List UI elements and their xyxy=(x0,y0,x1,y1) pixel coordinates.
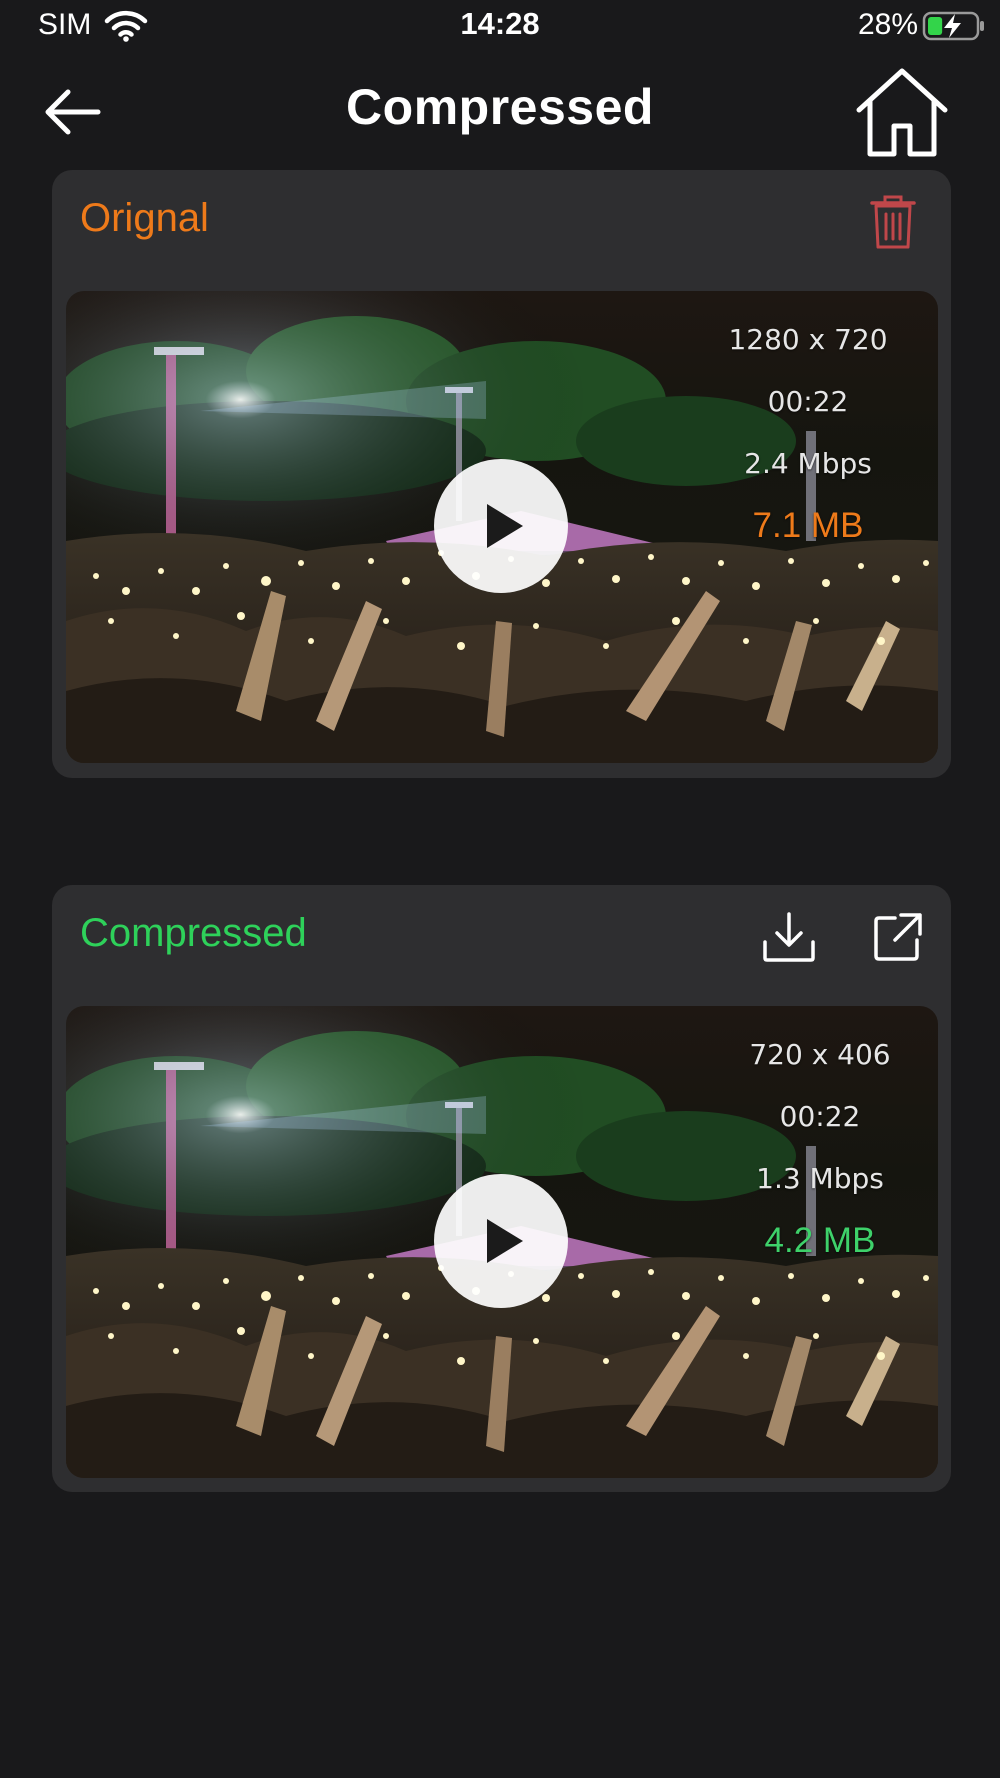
play-icon xyxy=(487,504,523,548)
battery-charging-icon xyxy=(922,11,984,41)
status-bar: SIM 14:28 28% xyxy=(0,0,1000,56)
clock: 14:28 xyxy=(460,6,540,41)
page-title: Compressed xyxy=(346,79,654,135)
home-icon xyxy=(856,68,948,157)
download-icon xyxy=(763,912,815,962)
resolution-label: 1280 x 720 xyxy=(728,323,888,356)
original-video-card: Orignal 1280 x 720 00:22 2.4 Mbps 7.1 MB xyxy=(52,170,951,778)
download-button[interactable] xyxy=(760,907,818,967)
file-size-label: 7.1 MB xyxy=(752,506,864,545)
share-icon xyxy=(874,913,922,961)
trash-icon xyxy=(870,195,916,249)
bitrate-label: 1.3 Mbps xyxy=(756,1162,884,1195)
play-icon xyxy=(487,1219,523,1263)
file-size-label: 4.2 MB xyxy=(764,1221,876,1260)
bitrate-label: 2.4 Mbps xyxy=(744,447,872,480)
compressed-title: Compressed xyxy=(80,911,307,955)
compressed-video-info: 720 x 406 00:22 1.3 Mbps 4.2 MB xyxy=(700,1024,938,1272)
navigation-bar: Compressed xyxy=(0,60,1000,160)
play-button[interactable] xyxy=(434,459,568,593)
battery-percentage: 28% xyxy=(857,8,918,41)
delete-button[interactable] xyxy=(864,192,922,252)
share-button[interactable] xyxy=(869,907,927,967)
resolution-label: 720 x 406 xyxy=(749,1038,891,1071)
original-title: Orignal xyxy=(80,196,209,240)
play-button[interactable] xyxy=(434,1174,568,1308)
original-video-info: 1280 x 720 00:22 2.4 Mbps 7.1 MB xyxy=(688,309,928,557)
duration-label: 00:22 xyxy=(767,385,849,418)
home-button[interactable] xyxy=(852,64,952,160)
duration-label: 00:22 xyxy=(779,1100,861,1133)
original-video-preview[interactable]: 1280 x 720 00:22 2.4 Mbps 7.1 MB xyxy=(66,291,938,763)
compressed-video-preview[interactable]: 720 x 406 00:22 1.3 Mbps 4.2 MB xyxy=(66,1006,938,1478)
compressed-video-card: Compressed 720 x 406 00:22 1.3 Mbps 4.2 … xyxy=(52,885,951,1492)
